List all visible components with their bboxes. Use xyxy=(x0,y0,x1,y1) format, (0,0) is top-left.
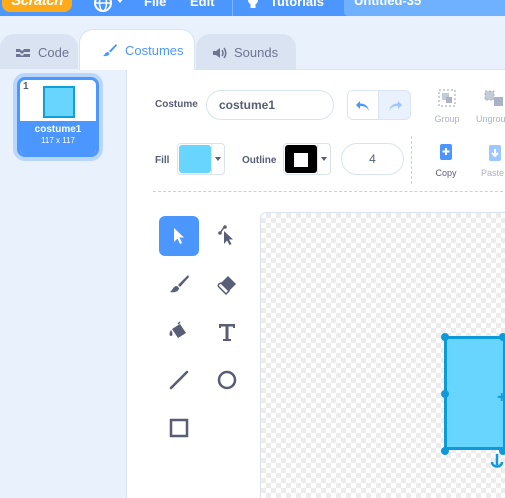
costume-number: 1 xyxy=(23,81,29,92)
costume-label: Costume xyxy=(155,99,198,110)
ungroup-button[interactable]: Ungroup xyxy=(476,86,505,124)
tab-costumes-label: Costumes xyxy=(125,42,184,58)
resize-handle[interactable] xyxy=(441,390,449,398)
fill-label: Fill xyxy=(155,155,170,166)
rotate-handle-icon[interactable] xyxy=(489,453,505,471)
undo-button[interactable] xyxy=(348,91,380,119)
outline-color-swatch xyxy=(285,145,317,173)
paint-bucket-icon xyxy=(169,321,186,338)
paste-label: Paste xyxy=(481,168,505,178)
costume-size: 117 x 117 xyxy=(41,136,75,145)
arrow-select-icon xyxy=(174,228,184,244)
undo-redo-group xyxy=(347,90,411,120)
redo-icon xyxy=(388,101,402,111)
line-tool[interactable] xyxy=(159,360,199,400)
tab-costumes[interactable]: Costumes xyxy=(79,29,195,70)
menu-bar: Scratch File Edit Tutorials Untitled-35 xyxy=(0,0,505,16)
paint-canvas[interactable]: + xyxy=(260,212,505,498)
rectangle-tool[interactable] xyxy=(159,408,199,448)
resize-handle[interactable] xyxy=(441,447,449,455)
tab-sounds[interactable]: Sounds xyxy=(196,34,296,70)
costume-name-input[interactable]: costume1 xyxy=(206,90,334,120)
select-tool[interactable] xyxy=(159,216,199,256)
resize-handle[interactable] xyxy=(499,333,505,341)
costume-list: 1 costume1 117 x 117 xyxy=(0,69,127,498)
divider xyxy=(153,191,505,192)
scratch-logo[interactable]: Scratch xyxy=(2,0,72,12)
redo-button[interactable] xyxy=(379,91,410,119)
copy-label: Copy xyxy=(435,168,457,178)
text-tool[interactable] xyxy=(207,312,247,352)
selected-rectangle-shape[interactable] xyxy=(444,336,505,450)
tab-code[interactable]: Code xyxy=(0,34,78,70)
menu-divider xyxy=(232,0,233,16)
circle-icon xyxy=(217,370,237,390)
eraser-icon xyxy=(217,276,236,295)
fill-color-picker[interactable] xyxy=(177,143,225,175)
outline-label: Outline xyxy=(242,155,277,166)
costume-name: costume1 xyxy=(34,124,82,135)
project-title-input[interactable]: Untitled-35 xyxy=(344,0,505,16)
tab-code-label: Code xyxy=(38,45,70,60)
undo-icon xyxy=(356,101,369,111)
brush-tool[interactable] xyxy=(159,264,199,304)
file-menu[interactable]: File xyxy=(144,0,166,9)
globe-icon[interactable] xyxy=(93,0,113,13)
paste-button[interactable]: Paste xyxy=(473,142,505,178)
copy-icon xyxy=(440,144,452,160)
line-icon xyxy=(169,370,189,390)
brush-icon xyxy=(103,44,117,57)
fill-color-swatch xyxy=(179,145,211,173)
edit-menu[interactable]: Edit xyxy=(190,0,215,9)
divider xyxy=(411,136,412,184)
code-icon xyxy=(16,48,30,57)
costume-thumbnail xyxy=(43,86,75,118)
resize-handle[interactable] xyxy=(441,333,449,341)
ungroup-icon xyxy=(484,90,503,106)
tab-sounds-label: Sounds xyxy=(234,45,279,60)
outline-color-picker[interactable] xyxy=(283,143,331,175)
reshape-tool[interactable] xyxy=(207,216,247,256)
brush-icon xyxy=(170,275,189,293)
costume-info: costume1 117 x 117 xyxy=(20,121,96,154)
eraser-tool[interactable] xyxy=(207,264,247,304)
group-label: Group xyxy=(434,114,460,124)
ungroup-label: Ungroup xyxy=(476,114,505,124)
paste-icon xyxy=(489,145,501,161)
speaker-icon xyxy=(213,47,227,58)
fill-tool[interactable] xyxy=(159,312,199,352)
chevron-down-icon xyxy=(211,144,224,174)
group-button[interactable]: Group xyxy=(430,86,464,124)
tutorials-menu[interactable]: Tutorials xyxy=(270,0,324,9)
lightbulb-icon[interactable] xyxy=(246,0,260,12)
copy-button[interactable]: Copy xyxy=(429,142,463,178)
move-handle-icon[interactable]: + xyxy=(497,389,505,407)
rectangle-icon xyxy=(169,418,189,438)
text-icon xyxy=(219,324,235,341)
chevron-down-icon xyxy=(317,144,330,174)
chevron-down-icon[interactable] xyxy=(116,0,124,3)
outline-width-input[interactable]: 4 xyxy=(341,143,404,175)
circle-tool[interactable] xyxy=(207,360,247,400)
group-icon xyxy=(438,89,456,107)
reshape-icon xyxy=(218,225,233,245)
paint-editor: Costume costume1 Group Ungroup Fill xyxy=(127,69,505,498)
costume-tile[interactable]: 1 costume1 117 x 117 xyxy=(17,77,99,157)
